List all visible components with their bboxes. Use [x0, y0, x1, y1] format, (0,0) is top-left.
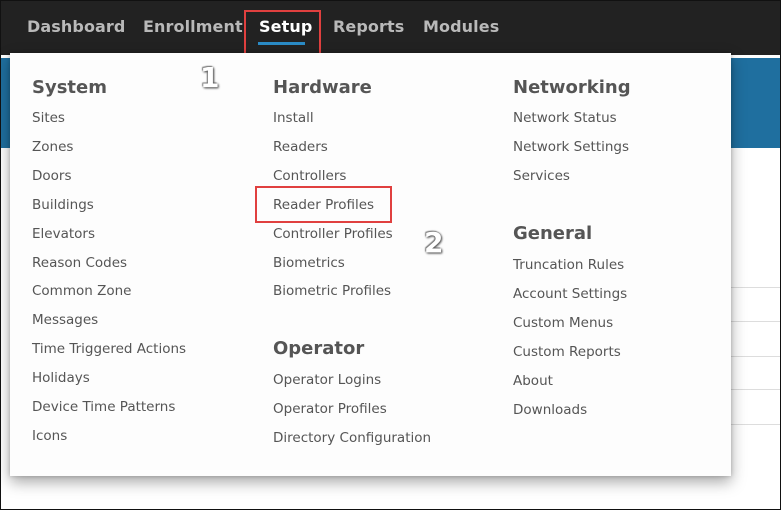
- nav-reports[interactable]: Reports: [333, 17, 404, 36]
- nav-dashboard[interactable]: Dashboard: [27, 17, 125, 36]
- menu-item-operator-profiles[interactable]: Operator Profiles: [273, 401, 387, 417]
- menu-item-zones[interactable]: Zones: [32, 139, 73, 155]
- menu-item-doors[interactable]: Doors: [32, 168, 72, 184]
- annotation-highlight-reader-profiles: [255, 186, 392, 223]
- menu-item-custom-menus[interactable]: Custom Menus: [513, 315, 613, 331]
- menu-item-sites[interactable]: Sites: [32, 110, 65, 126]
- section-title-networking: Networking: [513, 77, 631, 98]
- menu-item-custom-reports[interactable]: Custom Reports: [513, 344, 621, 360]
- menu-item-messages[interactable]: Messages: [32, 312, 98, 328]
- menu-item-time-triggered-actions[interactable]: Time Triggered Actions: [32, 341, 186, 357]
- menu-item-device-time-patterns[interactable]: Device Time Patterns: [32, 399, 175, 415]
- menu-item-network-status[interactable]: Network Status: [513, 110, 617, 126]
- menu-item-truncation-rules[interactable]: Truncation Rules: [513, 257, 624, 273]
- menu-item-readers[interactable]: Readers: [273, 139, 328, 155]
- menu-item-install[interactable]: Install: [273, 110, 314, 126]
- menu-item-operator-logins[interactable]: Operator Logins: [273, 372, 381, 388]
- menu-item-account-settings[interactable]: Account Settings: [513, 286, 627, 302]
- section-title-operator: Operator: [273, 338, 365, 359]
- annotation-number-1: 1: [200, 61, 220, 94]
- top-navigation: Dashboard Enrollment Setup Reports Modul…: [1, 1, 780, 55]
- menu-item-biometric-profiles[interactable]: Biometric Profiles: [273, 283, 391, 299]
- section-title-system: System: [32, 77, 107, 98]
- menu-item-directory-configuration[interactable]: Directory Configuration: [273, 430, 431, 446]
- menu-item-elevators[interactable]: Elevators: [32, 226, 95, 242]
- section-title-general: General: [513, 223, 593, 244]
- menu-item-biometrics[interactable]: Biometrics: [273, 255, 345, 271]
- section-title-hardware: Hardware: [273, 77, 372, 98]
- setup-dropdown-menu: System Sites Zones Doors Buildings Elevators…: [10, 53, 731, 476]
- menu-item-services[interactable]: Services: [513, 168, 570, 184]
- menu-item-downloads[interactable]: Downloads: [513, 402, 587, 418]
- menu-item-about[interactable]: About: [513, 373, 553, 389]
- menu-item-reason-codes[interactable]: Reason Codes: [32, 255, 127, 271]
- annotation-highlight-setup: [244, 10, 321, 56]
- menu-item-network-settings[interactable]: Network Settings: [513, 139, 629, 155]
- menu-item-common-zone[interactable]: Common Zone: [32, 283, 131, 299]
- annotation-number-2: 2: [424, 226, 444, 259]
- menu-item-icons[interactable]: Icons: [32, 428, 67, 444]
- menu-item-holidays[interactable]: Holidays: [32, 370, 90, 386]
- menu-item-controller-profiles[interactable]: Controller Profiles: [273, 226, 393, 242]
- nav-enrollment[interactable]: Enrollment: [143, 17, 243, 36]
- menu-item-controllers[interactable]: Controllers: [273, 168, 346, 184]
- nav-modules[interactable]: Modules: [423, 17, 499, 36]
- menu-item-buildings[interactable]: Buildings: [32, 197, 94, 213]
